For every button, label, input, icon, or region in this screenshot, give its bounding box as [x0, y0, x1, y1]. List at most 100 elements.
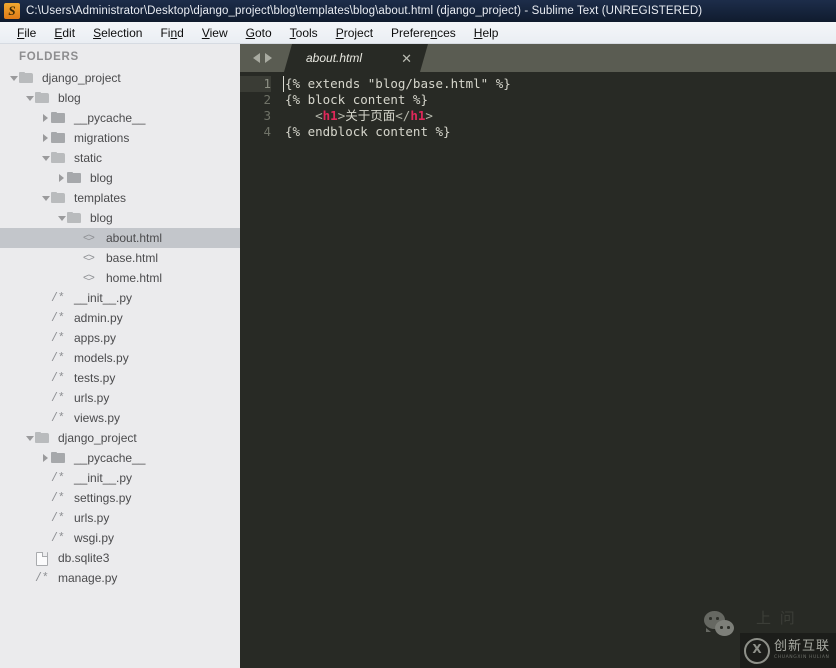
tree-item-label: views.py	[74, 411, 121, 425]
tree-item-blog[interactable]: blog	[0, 88, 240, 108]
tree-item-label: __init__.py	[74, 291, 133, 305]
tree-item--init-py[interactable]: /* __init__.py	[0, 288, 240, 308]
code-token-punct: </	[395, 108, 411, 123]
menu-item-find[interactable]: Find	[151, 23, 192, 43]
chevron-down-icon[interactable]	[56, 215, 67, 221]
tree-item--pycache-[interactable]: __pycache__	[0, 448, 240, 468]
chevron-right-icon[interactable]	[56, 174, 67, 182]
code-token-tag: h1	[410, 108, 426, 123]
folder-closed-icon	[51, 451, 68, 465]
tree-item-views-py[interactable]: /* views.py	[0, 408, 240, 428]
tree-item-db-sqlite3[interactable]: db.sqlite3	[0, 548, 240, 568]
tree-item-migrations[interactable]: migrations	[0, 128, 240, 148]
menu-item-preferences[interactable]: Preferences	[382, 23, 465, 43]
tree-item--init-py[interactable]: /* __init__.py	[0, 468, 240, 488]
chevron-right-icon[interactable]	[40, 134, 51, 142]
tree-item-label: admin.py	[74, 311, 123, 325]
tree-item-label: about.html	[106, 231, 163, 245]
py-file-icon: /*	[51, 411, 65, 425]
tree-item--pycache-[interactable]: __pycache__	[0, 108, 240, 128]
tree-item-home-html[interactable]: <> home.html	[0, 268, 240, 288]
menu-item-tools[interactable]: Tools	[281, 23, 327, 43]
tree-item-base-html[interactable]: <> base.html	[0, 248, 240, 268]
doc-file-icon	[35, 551, 52, 566]
arrow-right-icon[interactable]	[264, 53, 272, 63]
tree-item-label: blog	[90, 211, 113, 225]
tree-item-tests-py[interactable]: /* tests.py	[0, 368, 240, 388]
folder-tree-list[interactable]: django_project blog __pycache__ migrations s…	[0, 68, 240, 588]
brand-name-en: CHUANGXIN HULIAN	[774, 655, 830, 660]
code-content[interactable]: {% extends "blog/base.html" %} {% block c…	[280, 76, 836, 140]
tree-item-label: models.py	[74, 351, 129, 365]
chevron-down-icon[interactable]	[40, 155, 51, 161]
code-file-icon: <>	[83, 231, 95, 244]
tree-item-about-html[interactable]: <> about.html	[0, 228, 240, 248]
wechat-icon	[704, 611, 738, 641]
tree-item-django-project[interactable]: django_project	[0, 428, 240, 448]
menu-item-help[interactable]: Help	[465, 23, 508, 43]
menu-item-project[interactable]: Project	[327, 23, 382, 43]
tree-item-label: migrations	[74, 131, 130, 145]
py-file-icon: /*	[51, 331, 65, 345]
line-number-gutter: 1234	[240, 76, 280, 140]
tree-item-label: django_project	[58, 431, 137, 445]
py-file-icon: /*	[51, 471, 65, 485]
tree-item-templates[interactable]: templates	[0, 188, 240, 208]
arrow-left-icon[interactable]	[252, 53, 260, 63]
tree-item-manage-py[interactable]: /* manage.py	[0, 568, 240, 588]
tree-item-blog[interactable]: blog	[0, 168, 240, 188]
tree-item-label: urls.py	[74, 511, 110, 525]
tab-navigation-controls[interactable]	[240, 44, 284, 72]
tree-item-label: wsgi.py	[74, 531, 115, 545]
tree-item-apps-py[interactable]: /* apps.py	[0, 328, 240, 348]
tree-item-urls-py[interactable]: /* urls.py	[0, 508, 240, 528]
line-number: 1	[240, 76, 271, 92]
chevron-down-icon[interactable]	[24, 95, 35, 101]
folder-closed-icon	[51, 111, 68, 125]
tree-item-models-py[interactable]: /* models.py	[0, 348, 240, 368]
code-token-cjk: 关于页面	[345, 108, 396, 123]
chevron-right-icon[interactable]	[40, 454, 51, 462]
menu-item-goto[interactable]: Goto	[237, 23, 281, 43]
code-file-icon: <>	[83, 251, 95, 264]
menu-item-edit[interactable]: Edit	[45, 23, 84, 43]
chevron-right-icon[interactable]	[40, 114, 51, 122]
menu-item-view[interactable]: View	[193, 23, 237, 43]
tree-item-settings-py[interactable]: /* settings.py	[0, 488, 240, 508]
tree-item-label: base.html	[106, 251, 159, 265]
brand-logo: 创新互联 CHUANGXIN HULIAN	[740, 633, 836, 668]
tab-about-html[interactable]: about.html ✕	[284, 44, 428, 72]
tree-item-label: manage.py	[58, 571, 118, 585]
tree-item-label: blog	[58, 91, 81, 105]
code-editor[interactable]: 1234 {% extends "blog/base.html" %} {% bl…	[240, 72, 836, 140]
chevron-down-icon[interactable]	[40, 195, 51, 201]
window-title: C:\Users\Administrator\Desktop\django_pr…	[26, 5, 703, 17]
tree-item-blog[interactable]: blog	[0, 208, 240, 228]
code-line[interactable]: {% endblock content %}	[285, 124, 836, 140]
code-line[interactable]: {% block content %}	[285, 92, 836, 108]
tree-item-django-project[interactable]: django_project	[0, 68, 240, 88]
text-cursor	[283, 76, 284, 92]
menu-item-selection[interactable]: Selection	[84, 23, 151, 43]
menu-item-file[interactable]: File	[8, 23, 45, 43]
tree-item-admin-py[interactable]: /* admin.py	[0, 308, 240, 328]
chevron-down-icon[interactable]	[24, 435, 35, 441]
chevron-down-icon[interactable]	[8, 75, 19, 81]
title-bar: C:\Users\Administrator\Desktop\django_pr…	[0, 0, 836, 22]
close-icon[interactable]: ✕	[393, 52, 428, 65]
folder-closed-icon	[67, 171, 84, 185]
tree-item-urls-py[interactable]: /* urls.py	[0, 388, 240, 408]
tree-item-label: static	[74, 151, 103, 165]
tree-item-static[interactable]: static	[0, 148, 240, 168]
code-token-plain: {% extends "blog/base.html" %}	[285, 76, 511, 91]
code-line[interactable]: <h1>关于页面</h1>	[285, 108, 836, 124]
code-token-tag: h1	[322, 108, 338, 123]
code-token-punct: <	[285, 108, 323, 123]
py-file-icon: /*	[35, 571, 49, 585]
tab-bar: about.html ✕	[240, 44, 836, 72]
sidebar-file-tree[interactable]: FOLDERS django_project blog __pycache__ mig…	[0, 44, 240, 668]
tree-item-label: templates	[74, 191, 127, 205]
menu-bar: File Edit Selection Find View Goto Tools Projec…	[0, 22, 836, 44]
tree-item-wsgi-py[interactable]: /* wsgi.py	[0, 528, 240, 548]
code-line[interactable]: {% extends "blog/base.html" %}	[285, 76, 836, 92]
